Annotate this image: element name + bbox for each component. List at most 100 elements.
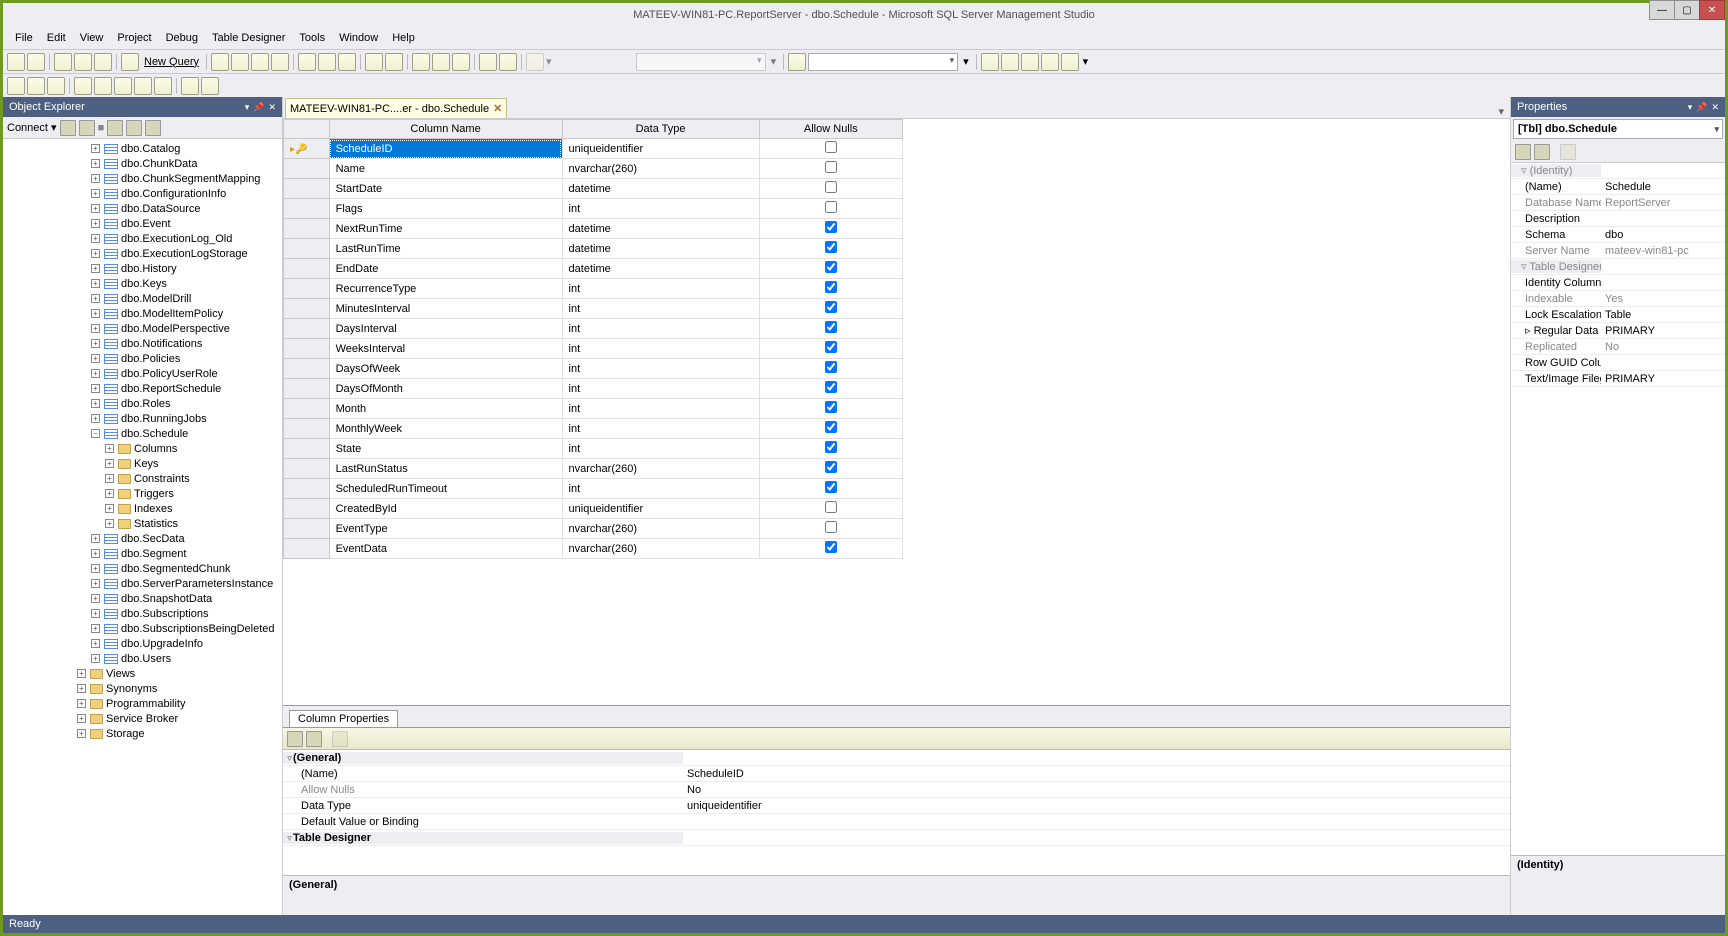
cell-allow-nulls[interactable] bbox=[759, 479, 902, 499]
cell-data-type[interactable]: datetime bbox=[562, 219, 759, 239]
expand-icon[interactable]: + bbox=[91, 159, 100, 168]
oe-icon-2[interactable] bbox=[79, 120, 95, 136]
menu-edit[interactable]: Edit bbox=[41, 30, 72, 46]
new-query-icon[interactable] bbox=[121, 53, 139, 71]
tree-table[interactable]: +dbo.ExecutionLogStorage bbox=[3, 246, 282, 261]
oe-icon-1[interactable] bbox=[60, 120, 76, 136]
toolbar-add-icon[interactable] bbox=[94, 53, 112, 71]
tree-table[interactable]: +dbo.SubscriptionsBeingDeleted bbox=[3, 621, 282, 636]
cell-allow-nulls[interactable] bbox=[759, 539, 902, 559]
expand-icon[interactable]: + bbox=[91, 144, 100, 153]
prop-row[interactable]: Text/Image FilegroupPRIMARY bbox=[1511, 371, 1725, 387]
cp-category[interactable]: (General) bbox=[283, 752, 683, 764]
cell-column-name[interactable]: LastRunStatus bbox=[329, 459, 562, 479]
cell-data-type[interactable]: int bbox=[562, 319, 759, 339]
tree-table[interactable]: +dbo.SecData bbox=[3, 531, 282, 546]
prop-category[interactable]: ▿ Table Designer bbox=[1511, 260, 1601, 273]
tree-folder[interactable]: +Triggers bbox=[3, 486, 282, 501]
new-query-button[interactable]: New Query bbox=[141, 56, 202, 68]
allow-nulls-checkbox[interactable] bbox=[825, 321, 837, 333]
allow-nulls-checkbox[interactable] bbox=[825, 521, 837, 533]
cell-column-name[interactable]: Flags bbox=[329, 199, 562, 219]
row-selector[interactable] bbox=[284, 479, 330, 499]
cell-data-type[interactable]: datetime bbox=[562, 259, 759, 279]
row-selector[interactable] bbox=[284, 359, 330, 379]
cell-data-type[interactable]: int bbox=[562, 339, 759, 359]
cell-column-name[interactable]: Name bbox=[329, 159, 562, 179]
cell-data-type[interactable]: int bbox=[562, 279, 759, 299]
row-selector[interactable]: ▸🔑 bbox=[284, 139, 330, 159]
allow-nulls-checkbox[interactable] bbox=[825, 421, 837, 433]
cp-value[interactable]: No bbox=[683, 784, 1510, 796]
allow-nulls-checkbox[interactable] bbox=[825, 381, 837, 393]
cell-allow-nulls[interactable] bbox=[759, 419, 902, 439]
cell-column-name[interactable]: State bbox=[329, 439, 562, 459]
cell-data-type[interactable]: nvarchar(260) bbox=[562, 539, 759, 559]
expand-icon[interactable]: + bbox=[91, 579, 100, 588]
expand-icon[interactable]: + bbox=[91, 189, 100, 198]
cell-column-name[interactable]: MonthlyWeek bbox=[329, 419, 562, 439]
property-object-selector[interactable]: [Tbl] dbo.Schedule bbox=[1513, 119, 1723, 139]
expand-icon[interactable]: + bbox=[91, 234, 100, 243]
expand-icon[interactable]: + bbox=[105, 459, 114, 468]
cell-column-name[interactable]: DaysInterval bbox=[329, 319, 562, 339]
menu-file[interactable]: File bbox=[9, 30, 39, 46]
tb2-g-icon[interactable] bbox=[134, 77, 152, 95]
table-row[interactable]: Flagsint bbox=[284, 199, 903, 219]
tree-table[interactable]: +dbo.SegmentedChunk bbox=[3, 561, 282, 576]
cell-allow-nulls[interactable] bbox=[759, 219, 902, 239]
cell-allow-nulls[interactable] bbox=[759, 459, 902, 479]
table-designer-grid[interactable]: Column Name Data Type Allow Nulls ▸🔑Sche… bbox=[283, 119, 903, 559]
expand-icon[interactable]: + bbox=[91, 534, 100, 543]
toolbar-comment-icon[interactable] bbox=[432, 53, 450, 71]
tree-table[interactable]: +dbo.ConfigurationInfo bbox=[3, 186, 282, 201]
toolbar-open-icon[interactable] bbox=[74, 53, 92, 71]
allow-nulls-checkbox[interactable] bbox=[825, 481, 837, 493]
expand-icon[interactable]: + bbox=[91, 339, 100, 348]
tb2-f-icon[interactable] bbox=[114, 77, 132, 95]
cp-props-icon[interactable] bbox=[332, 731, 348, 747]
cp-row[interactable]: Allow NullsNo bbox=[283, 782, 1510, 798]
expand-icon[interactable]: + bbox=[91, 249, 100, 258]
expand-icon[interactable]: + bbox=[91, 324, 100, 333]
expand-icon[interactable]: + bbox=[91, 354, 100, 363]
expand-icon[interactable]: + bbox=[91, 639, 100, 648]
row-selector[interactable] bbox=[284, 419, 330, 439]
close-button[interactable]: ✕ bbox=[1699, 0, 1725, 20]
cell-allow-nulls[interactable] bbox=[759, 199, 902, 219]
tab-close-icon[interactable]: ✕ bbox=[493, 102, 502, 115]
allow-nulls-checkbox[interactable] bbox=[825, 261, 837, 273]
cell-column-name[interactable]: RecurrenceType bbox=[329, 279, 562, 299]
table-row[interactable]: MonthlyWeekint bbox=[284, 419, 903, 439]
cell-column-name[interactable]: DaysOfMonth bbox=[329, 379, 562, 399]
cell-data-type[interactable]: int bbox=[562, 479, 759, 499]
cell-data-type[interactable]: uniqueidentifier bbox=[562, 499, 759, 519]
tb2-b-icon[interactable] bbox=[27, 77, 45, 95]
cell-allow-nulls[interactable] bbox=[759, 339, 902, 359]
cell-column-name[interactable]: EndDate bbox=[329, 259, 562, 279]
oe-refresh-icon[interactable] bbox=[126, 120, 142, 136]
menu-tools[interactable]: Tools bbox=[293, 30, 331, 46]
tree-table[interactable]: +dbo.ExecutionLog_Old bbox=[3, 231, 282, 246]
tree-table[interactable]: +dbo.Notifications bbox=[3, 336, 282, 351]
table-row[interactable]: EventTypenvarchar(260) bbox=[284, 519, 903, 539]
menu-help[interactable]: Help bbox=[386, 30, 421, 46]
expand-icon[interactable]: + bbox=[105, 444, 114, 453]
row-selector[interactable] bbox=[284, 179, 330, 199]
cp-row[interactable]: Default Value or Binding bbox=[283, 814, 1510, 830]
expand-icon[interactable]: + bbox=[91, 549, 100, 558]
expand-icon[interactable]: + bbox=[77, 669, 86, 678]
document-tab[interactable]: MATEEV-WIN81-PC....er - dbo.Schedule ✕ bbox=[285, 98, 507, 118]
expand-icon[interactable]: + bbox=[91, 654, 100, 663]
cell-allow-nulls[interactable] bbox=[759, 299, 902, 319]
table-row[interactable]: EventDatanvarchar(260) bbox=[284, 539, 903, 559]
prop-value[interactable]: Schedule bbox=[1601, 181, 1725, 193]
expand-icon[interactable]: + bbox=[91, 384, 100, 393]
row-selector[interactable] bbox=[284, 199, 330, 219]
tab-overflow-icon[interactable]: ▾ bbox=[1492, 105, 1510, 118]
object-tree[interactable]: +dbo.Catalog+dbo.ChunkData+dbo.ChunkSegm… bbox=[3, 139, 282, 915]
row-selector[interactable] bbox=[284, 499, 330, 519]
expand-icon[interactable]: + bbox=[91, 414, 100, 423]
cp-alpha-icon[interactable] bbox=[306, 731, 322, 747]
table-row[interactable]: NextRunTimedatetime bbox=[284, 219, 903, 239]
